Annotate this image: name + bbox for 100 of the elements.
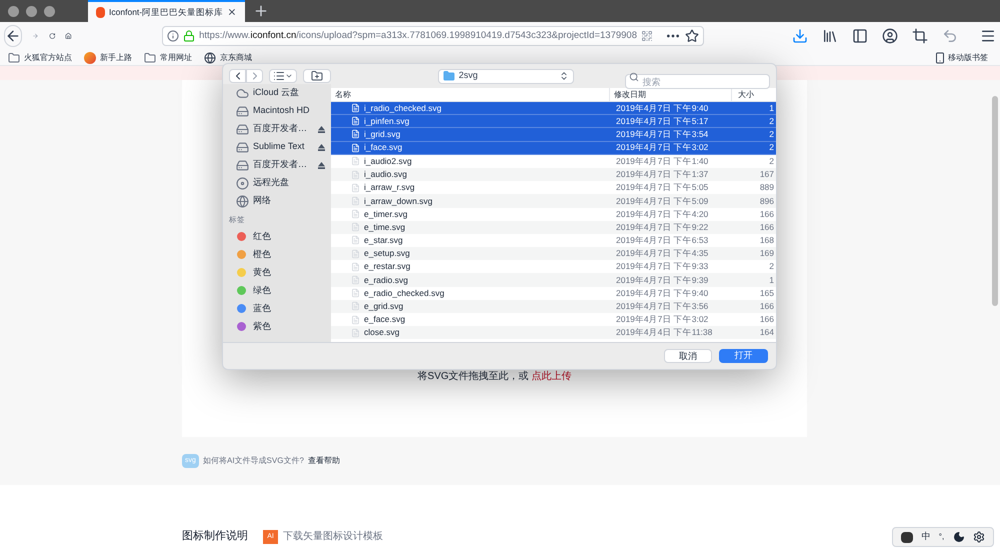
input-mode-toggle[interactable]: 中: [921, 530, 930, 544]
file-row[interactable]: i_arraw_r.svg 2019年4月7日 下午5:05 889: [331, 181, 776, 194]
file-icon: [351, 275, 360, 286]
file-icon: [351, 248, 360, 259]
file-icon: [351, 116, 360, 126]
bookmark-item[interactable]: 常用网址: [144, 52, 192, 64]
address-bar[interactable]: https://www.iconfont.cn/icons/upload?spm=a313x.7781069.1998910419.d7543c323&projectId=1379908: [162, 26, 704, 46]
file-row[interactable]: e_restar.svg 2019年4月7日 下午9:33 2: [331, 260, 776, 274]
qr-code-icon[interactable]: [641, 30, 653, 42]
file-row[interactable]: e_radio_checked.svg 2019年4月7日 下午9:40 165: [331, 286, 776, 300]
moon-icon[interactable]: [952, 531, 965, 543]
file-row[interactable]: e_time.svg 2019年4月7日 下午9:22 166: [331, 220, 776, 234]
column-header[interactable]: 修改日期: [610, 88, 732, 101]
window-control-icon: [8, 6, 19, 16]
new-folder-icon: [310, 70, 323, 82]
file-icon: [351, 142, 360, 153]
folder-dropdown[interactable]: 2svg: [438, 68, 574, 84]
hard-drive-icon: [236, 104, 249, 118]
sidebar-item[interactable]: Sublime Text: [223, 138, 331, 156]
folder-icon: [144, 52, 156, 64]
view-options-button[interactable]: [269, 69, 297, 83]
window-control-icon: [26, 6, 37, 16]
file-row[interactable]: i_grid.svg 2019年4月7日 下午3:54 2: [331, 128, 776, 142]
url-text: https://www.iconfont.cn/icons/upload?spm=a313x.7781069.1998910419.d7543c323&projectId=1379908: [199, 28, 637, 43]
window-control-icon: [44, 6, 55, 16]
eject-icon[interactable]: [318, 126, 325, 132]
sidebar-item[interactable]: 网络: [223, 192, 331, 210]
back-button[interactable]: [229, 69, 246, 83]
file-row[interactable]: i_audio.svg 2019年4月7日 下午1:37 167: [331, 168, 776, 182]
help-text: 如何将AI文件导成SVG文件?: [203, 455, 304, 467]
tag-item[interactable]: 红色: [223, 227, 331, 246]
file-icon: [351, 196, 360, 206]
settings-icon[interactable]: [972, 531, 985, 543]
screenshot-icon[interactable]: [912, 28, 928, 44]
file-icon: [351, 328, 360, 338]
column-header[interactable]: 名称: [331, 88, 610, 101]
eject-icon[interactable]: [318, 162, 325, 168]
search-field[interactable]: 搜索: [625, 74, 770, 89]
file-row[interactable]: e_setup.svg 2019年4月7日 下午4:35 169: [331, 247, 776, 260]
scrollbar[interactable]: [992, 96, 998, 306]
file-icon: [351, 156, 360, 166]
mobile-bookmarks-item[interactable]: 移动版书签: [934, 52, 988, 64]
drive-icon: [236, 140, 249, 154]
bookmark-item[interactable]: 火狐官方站点: [8, 52, 72, 64]
cloud-icon: [236, 86, 249, 100]
phone-icon: [934, 52, 946, 64]
info-icon[interactable]: [167, 30, 180, 42]
bookmark-item[interactable]: 新手上路: [84, 52, 132, 64]
file-icon: [351, 103, 360, 114]
file-row[interactable]: e_grid.svg 2019年4月7日 下午3:56 166: [331, 300, 776, 313]
file-icon: [351, 170, 360, 180]
new-folder-button[interactable]: [302, 69, 331, 83]
folder-icon: [442, 70, 455, 82]
bookmark-star-icon[interactable]: [685, 29, 699, 43]
file-row[interactable]: i_arraw_down.svg 2019年4月7日 下午5:09 896: [331, 194, 776, 208]
file-icon: [351, 288, 360, 298]
tag-item[interactable]: 绿色: [223, 281, 331, 300]
template-download-link[interactable]: 下载矢量图标设计模板: [283, 529, 383, 544]
tag-item[interactable]: 黄色: [223, 263, 331, 282]
file-row[interactable]: close.svg 2019年4月4日 下午11:38 164: [331, 326, 776, 340]
bookmark-item[interactable]: 京东商城: [204, 52, 252, 64]
tag-item[interactable]: 橙色: [223, 245, 331, 264]
file-row[interactable]: e_timer.svg 2019年4月7日 下午4:20 166: [331, 208, 776, 221]
tag-item[interactable]: 紫色: [223, 317, 331, 336]
sidebar-item[interactable]: Macintosh HD: [223, 102, 331, 120]
file-row[interactable]: i_face.svg 2019年4月7日 下午3:02 2: [331, 142, 776, 155]
tab-title: Iconfont-阿里巴巴矢量图标库: [109, 6, 224, 18]
browser-tab[interactable]: Iconfont-阿里巴巴矢量图标库: [88, 0, 245, 22]
file-row[interactable]: i_pinfen.svg 2019年4月7日 下午5:17 2: [331, 115, 776, 128]
column-header[interactable]: 大小: [732, 88, 776, 101]
ime-logo-icon[interactable]: [901, 532, 914, 542]
file-row[interactable]: e_radio.svg 2019年4月7日 下午9:39 1: [331, 273, 776, 287]
site-logo-icon: [96, 6, 106, 18]
library-icon[interactable]: [822, 28, 838, 44]
globe-icon: [236, 194, 249, 208]
cancel-button[interactable]: 取消: [664, 349, 712, 363]
download-icon[interactable]: [792, 28, 808, 44]
close-icon[interactable]: [227, 6, 237, 18]
file-icon: [351, 129, 360, 140]
account-icon[interactable]: [882, 28, 898, 44]
menu-icon[interactable]: [980, 28, 996, 44]
globe-icon: [204, 52, 216, 64]
search-icon: [629, 72, 640, 82]
file-icon: [351, 235, 360, 246]
section-title: 图标制作说明: [182, 528, 248, 544]
sidebar-item[interactable]: iCloud 云盘: [223, 84, 331, 102]
file-row[interactable]: i_radio_checked.svg 2019年4月7日 下午9:40 1: [331, 102, 776, 116]
sidebar-item[interactable]: 百度开发者…: [223, 156, 331, 174]
open-button[interactable]: 打开: [719, 349, 768, 363]
up-down-caret-icon: [559, 71, 570, 81]
back-button[interactable]: [4, 25, 22, 47]
punctuation-toggle[interactable]: °,: [938, 531, 944, 543]
help-link[interactable]: 查看帮助: [308, 455, 340, 467]
sidebar-icon[interactable]: [852, 28, 868, 44]
sidebar-item[interactable]: 百度开发者…: [223, 120, 331, 138]
sidebar-item[interactable]: 远程光盘: [223, 174, 331, 192]
upload-link[interactable]: 点此上传: [531, 371, 572, 382]
eject-icon[interactable]: [318, 144, 325, 150]
tag-item[interactable]: 蓝色: [223, 299, 331, 318]
new-tab-icon[interactable]: [253, 3, 269, 19]
